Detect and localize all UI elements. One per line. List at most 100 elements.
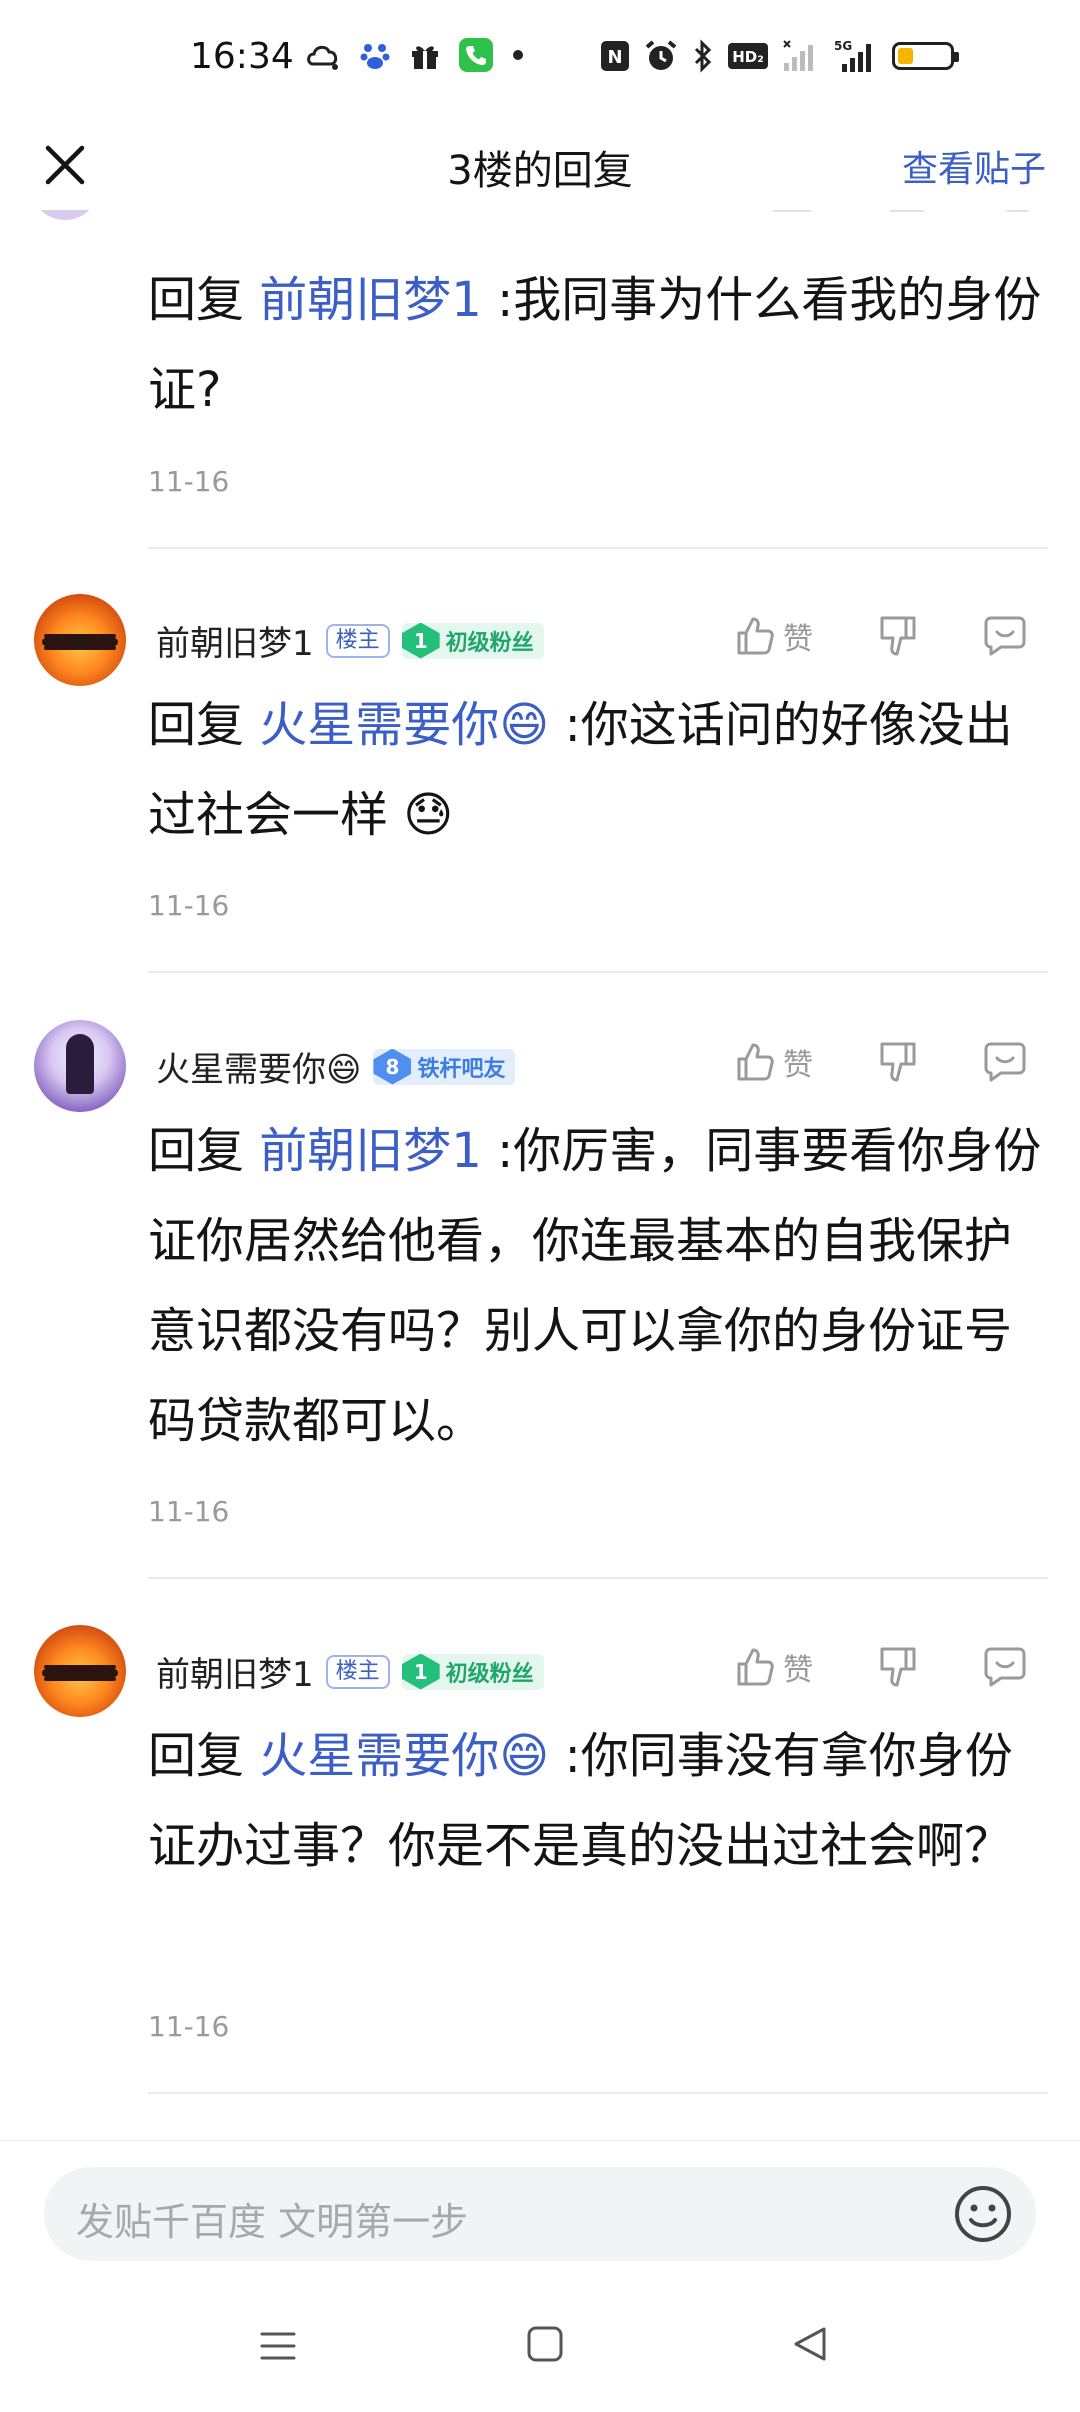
like-button[interactable]: 赞 [735, 1040, 813, 1084]
like-label: 赞 [783, 622, 813, 657]
like-label: 赞 [783, 1048, 813, 1083]
reply-user: 前朝旧梦1 楼主 1 初级粉丝 [156, 616, 544, 665]
thumbs-down-icon [880, 616, 916, 656]
username[interactable]: 火星需要你😄 [156, 1042, 361, 1091]
reply-list[interactable]: 回复 前朝旧梦1 :我同事为什么看我的身份证? 11-16 前朝旧梦1 楼主 1… [0, 210, 1080, 2140]
reply-prefix: 回复 [148, 697, 245, 753]
status-time: 16:34 [190, 36, 294, 77]
baidu-paw-icon [359, 39, 391, 71]
reply-prefix: 回复 [148, 272, 245, 328]
reply-content: 回复 火星需要你😄 :你同事没有拿你身份证办过事？你是不是真的没出过社会啊？ [148, 1711, 1048, 1891]
divider [148, 2092, 1048, 2094]
svg-text:N: N [607, 47, 622, 68]
top-nav-bar: 3楼的回复 查看贴子 [0, 120, 1080, 210]
system-nav-bar [0, 2280, 1080, 2412]
reply-date: 11-16 [148, 2010, 230, 2043]
status-left-icons [305, 38, 525, 72]
comment-button[interactable] [983, 614, 1027, 660]
comment-icon [984, 1647, 1026, 1687]
thumbs-down-icon [880, 1042, 916, 1082]
status-bar: 16:34 N HD₂ 5G [0, 0, 1080, 120]
hd-label: HD₂ [732, 48, 764, 66]
mention-link[interactable]: 火星需要你😄 [259, 1728, 549, 1784]
5g-signal-icon: 5G [832, 38, 878, 74]
avatar[interactable] [34, 1625, 126, 1717]
reply-actions: 赞 [735, 1645, 1045, 1695]
dislike-button[interactable] [877, 1040, 919, 1088]
fan-level-badge[interactable]: 8 铁杆吧友 [373, 1048, 516, 1085]
reply-date: 11-16 [148, 1495, 230, 1528]
reply-date: 11-16 [148, 465, 230, 498]
reply-input-bar: 发贴千百度 文明第一步 [0, 2140, 1080, 2281]
reply-date: 11-16 [148, 889, 230, 922]
reply-content: 回复 前朝旧梦1 :你厉害，同事要看你身份证你居然给他看，你连最基本的自我保护意… [148, 1106, 1048, 1466]
net-label: 5G [834, 39, 852, 53]
username[interactable]: 前朝旧梦1 [156, 616, 314, 665]
gift-icon [409, 39, 441, 71]
screen: 16:34 N HD₂ 5G 3楼的回复 查看贴子 回复 前朝旧梦1:我同事为… [0, 0, 1080, 2412]
cloud-chat-icon [305, 40, 341, 70]
hd-volte-icon: HD₂ [728, 41, 768, 71]
reply-content: 回复 火星需要你😄 :你这话问的好像没出过社会一样 😓 [148, 680, 1048, 860]
fan-level-badge[interactable]: 1 初级粉丝 [401, 1653, 544, 1690]
bluetooth-icon [692, 39, 714, 73]
comment-button[interactable] [983, 1040, 1027, 1086]
thumbs-up-icon [737, 1648, 774, 1686]
reply-prefix: 回复 [148, 1728, 245, 1784]
level-number: 1 [401, 622, 440, 659]
badge-label: 初级粉丝 [445, 1661, 534, 1687]
smiley-icon [955, 2186, 1011, 2242]
divider [148, 971, 1048, 973]
battery-icon [892, 42, 959, 70]
reply-content: 回复 前朝旧梦1 :我同事为什么看我的身份证? [148, 255, 1048, 435]
mention-link[interactable]: 前朝旧梦1 [259, 1123, 482, 1179]
alarm-icon [644, 39, 678, 73]
divider [148, 1577, 1048, 1579]
menu-icon [260, 2332, 296, 2360]
badge-label: 铁杆吧友 [417, 1056, 506, 1082]
reply-input-placeholder: 发贴千百度 文明第一步 [76, 2200, 469, 2244]
owner-tag: 楼主 [325, 623, 390, 658]
scrolled-reply-header [30, 210, 1050, 220]
comment-icon [984, 616, 1026, 656]
dot-icon [511, 48, 525, 62]
recent-apps-button[interactable] [258, 2326, 298, 2370]
like-button[interactable]: 赞 [735, 614, 813, 658]
mention-link[interactable]: 火星需要你😄 [259, 697, 549, 753]
thumbs-up-icon [737, 1043, 774, 1081]
reply-prefix: 回复 [148, 1123, 245, 1179]
avatar[interactable] [34, 1020, 126, 1112]
home-button[interactable] [525, 2324, 565, 2368]
mention-link[interactable]: 前朝旧梦1 [259, 272, 482, 328]
owner-tag: 楼主 [325, 1654, 390, 1689]
level-number: 8 [373, 1048, 412, 1085]
signal-icon [782, 39, 818, 73]
square-home-icon [527, 2326, 563, 2362]
reply-user: 火星需要你😄 8 铁杆吧友 [156, 1042, 516, 1091]
view-post-link[interactable]: 查看贴子 [902, 140, 1046, 192]
level-number: 1 [401, 1653, 440, 1690]
like-button[interactable]: 赞 [735, 1645, 813, 1689]
badge-label: 初级粉丝 [445, 630, 534, 656]
phone-call-icon [459, 38, 493, 72]
back-triangle-icon [794, 2327, 826, 2361]
reply-user: 前朝旧梦1 楼主 1 初级粉丝 [156, 1647, 544, 1696]
back-button[interactable] [790, 2324, 830, 2368]
like-label: 赞 [783, 1653, 813, 1688]
reply-actions: 赞 [735, 614, 1045, 664]
nfc-icon: N [600, 40, 630, 72]
emoji-button[interactable] [950, 2181, 1016, 2247]
reply-actions: 赞 [735, 1040, 1045, 1090]
comment-button[interactable] [983, 1645, 1027, 1691]
status-right-icons: N HD₂ 5G [600, 38, 959, 74]
dislike-button[interactable] [877, 614, 919, 662]
divider [148, 547, 1048, 549]
reply-input[interactable]: 发贴千百度 文明第一步 [44, 2167, 1036, 2261]
thumbs-down-icon [880, 1647, 916, 1687]
username[interactable]: 前朝旧梦1 [156, 1647, 314, 1696]
fan-level-badge[interactable]: 1 初级粉丝 [401, 622, 544, 659]
comment-icon [984, 1042, 1026, 1082]
dislike-button[interactable] [877, 1645, 919, 1693]
thumbs-up-icon [737, 617, 774, 655]
avatar[interactable] [34, 594, 126, 686]
